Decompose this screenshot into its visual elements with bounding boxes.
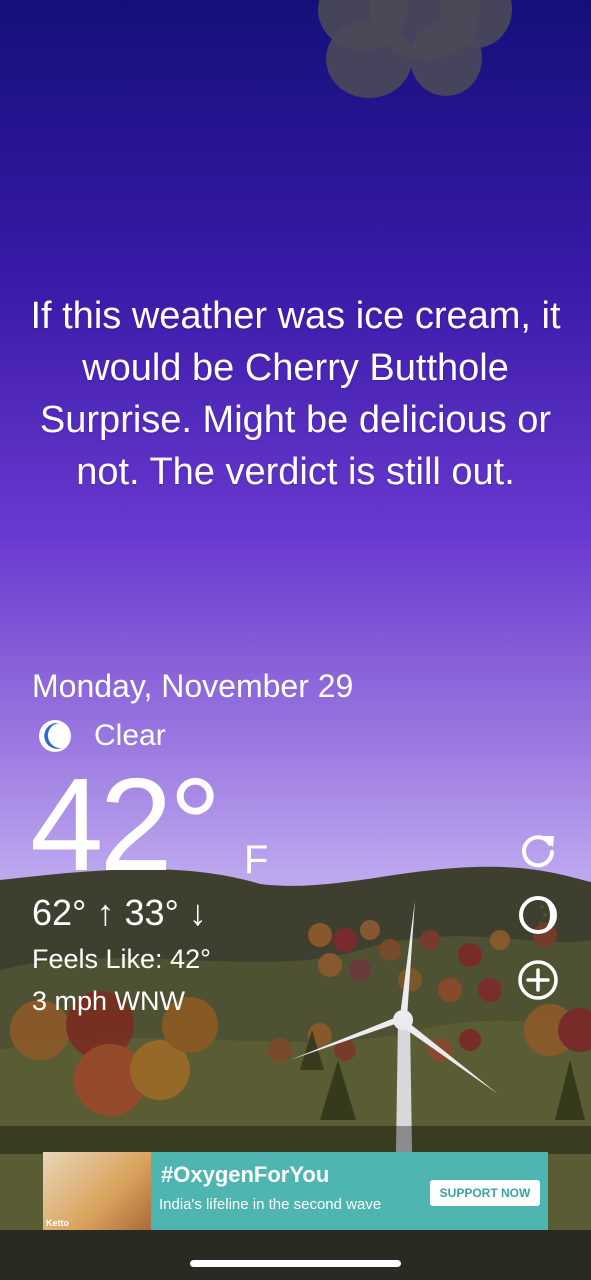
ad-subtitle: India's lifeline in the second wave bbox=[159, 1196, 382, 1213]
home-indicator[interactable] bbox=[190, 1260, 401, 1267]
condition-label: Clear bbox=[94, 719, 166, 752]
ad-brand-logo: Ketto bbox=[46, 1218, 69, 1228]
weather-quote: If this weather was ice cream, it would … bbox=[30, 295, 561, 493]
ad-image: Ketto bbox=[43, 1152, 151, 1230]
ad-title: #OxygenForYou bbox=[161, 1162, 330, 1187]
temperature-unit: F bbox=[244, 838, 269, 882]
add-icon[interactable] bbox=[516, 958, 560, 1002]
ad-band bbox=[0, 1126, 591, 1154]
current-temperature: 42° bbox=[30, 751, 222, 898]
bottom-bar bbox=[0, 1230, 591, 1280]
moon-icon bbox=[39, 720, 71, 752]
wind-label: 3 mph WNW bbox=[32, 986, 186, 1016]
ad-banner[interactable]: Ketto #OxygenForYou India's lifeline in … bbox=[43, 1152, 548, 1230]
theme-toggle-icon[interactable] bbox=[516, 893, 560, 937]
refresh-icon[interactable] bbox=[516, 828, 560, 872]
high-low-temperatures: 62° ↑ 33° ↓ bbox=[32, 892, 207, 933]
condition-row: Clear bbox=[38, 716, 166, 756]
feels-like-label: Feels Like: 42° bbox=[32, 944, 211, 974]
ad-support-button[interactable]: SUPPORT NOW bbox=[430, 1180, 540, 1206]
date-label: Monday, November 29 bbox=[32, 668, 354, 704]
